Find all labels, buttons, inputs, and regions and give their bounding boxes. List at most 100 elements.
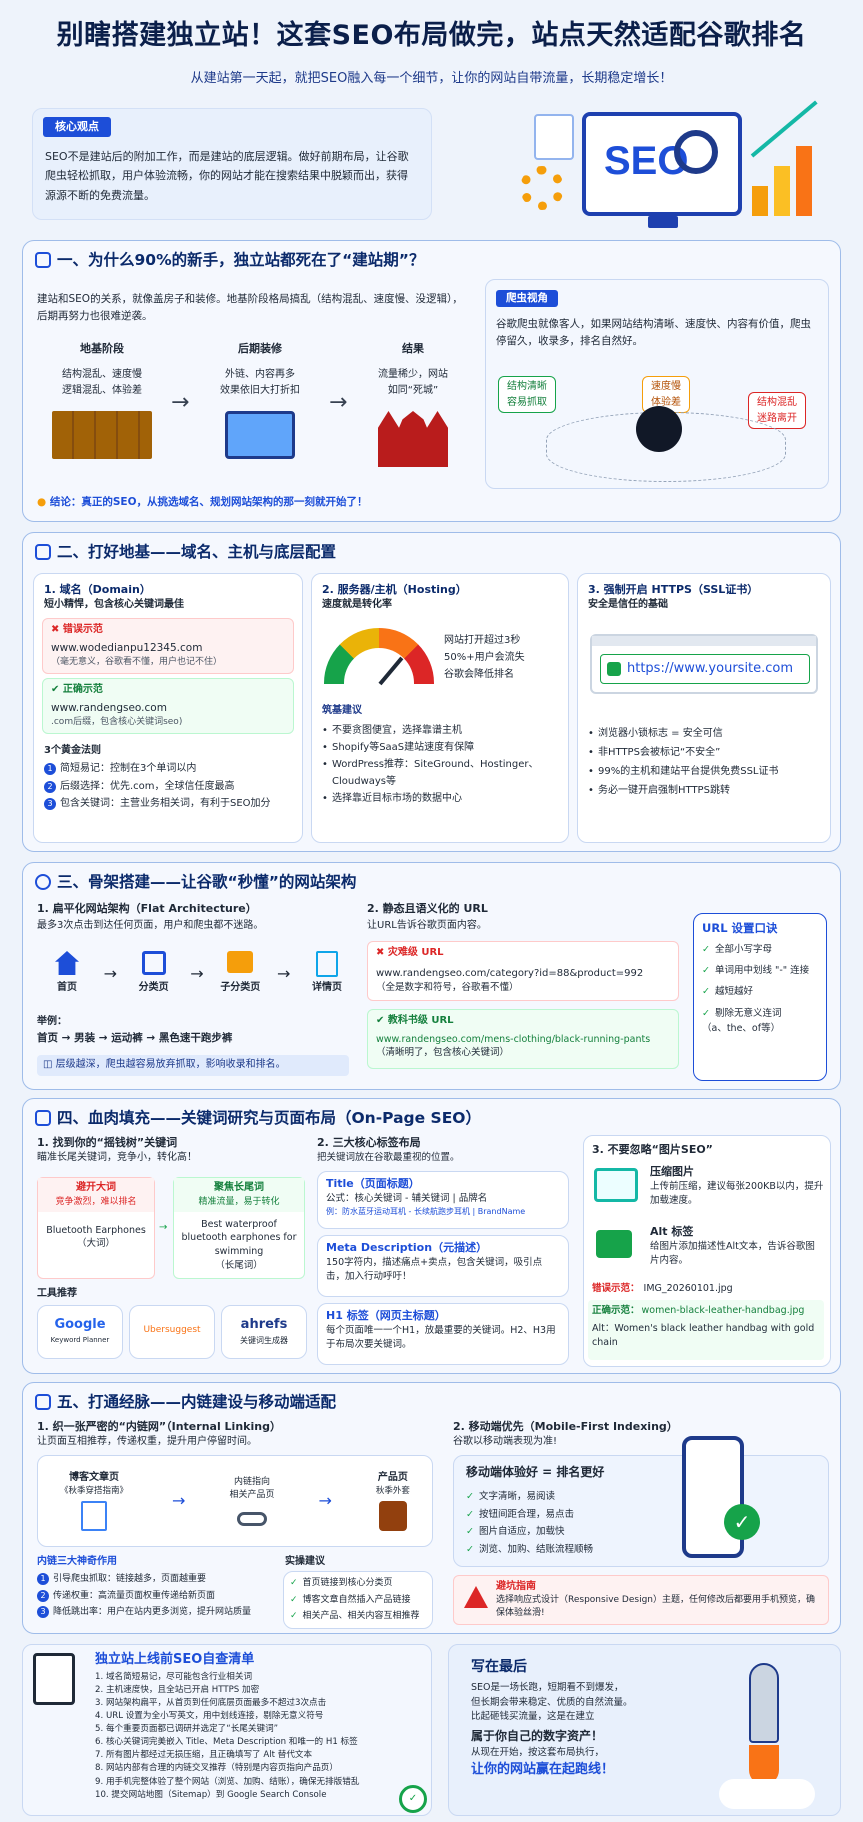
magnifier-icon [674, 130, 718, 174]
settings-icon [35, 544, 51, 561]
arrow-right-icon: → [329, 390, 348, 415]
book-icon [35, 252, 51, 269]
check-icon: ✓ [290, 1611, 298, 1622]
crawler-text: 谷歌爬虫就像客人，如果网站结构清晰、速度快、内容有价值，爬虫停留久，收录多，排名… [496, 318, 811, 347]
checklist-title: 独立站上线前SEO自查清单 [95, 1652, 255, 1667]
stage-decoration: 后期装修 外链、内容再多 效果依旧大打折扣 [195, 341, 325, 459]
section-2-title: 二、打好地基——域名、主机与底层配置 [35, 541, 336, 563]
stage-foundation: 地基阶段 结构混乱、速度慢 逻辑混乱、体验差 [37, 341, 167, 459]
good-url-box: ✔ 教科书级 URL www.randengseo.com/mens-cloth… [367, 1009, 679, 1069]
domain-card: 1. 域名（Domain） 短小精悍，包含核心关键词最佳 ✖ 错误示范 www.… [33, 573, 303, 843]
section-1: 一、为什么90%的新手，独立站都死在了“建站期”？ 建站和SEO的关系，就像盖房… [22, 240, 841, 522]
coat-icon [378, 1501, 407, 1532]
mobile-list: ✓ 文字清晰，易阅读 ✓ 按钮间距合理，易点击 ✓ 图片自适应，加载快 ✓ 浏览、加购、… [466, 1491, 593, 1555]
section-3-title: 三、骨架搭建——让谷歌“秒懂”的网站架构 [35, 871, 356, 893]
hero-illustration: SEO [520, 100, 840, 230]
https-card: 3. 强制开启 HTTPS（SSL证书） 安全是信任的基础 https://ww… [577, 573, 831, 843]
stage-result: 结果 流量稀少，网站 如同“死城” [353, 341, 473, 467]
image-bad-example: 错误示范： IMG_20260101.jpg [592, 1283, 733, 1294]
arrow-right-icon: → [190, 963, 204, 983]
bubble-clear: 结构清晰 容易抓取 [498, 376, 556, 413]
check-icon: ✓ [702, 944, 710, 955]
browser-mockup: https://www.yoursite.com [590, 634, 818, 694]
check-icon: ✓ [466, 1526, 474, 1538]
page-icon [315, 951, 338, 977]
document-icon [534, 114, 574, 160]
check-icon: ✓ [466, 1508, 474, 1520]
check-icon: ✓ [466, 1491, 474, 1502]
note-icon [35, 1110, 51, 1127]
check-badge-icon: ✓ [399, 1785, 427, 1813]
rules-list: 1 简短易记：控制在3个单词以内 2 后缀选择：优先.com，全球信任度最高 3 包含… [44, 760, 271, 813]
link-tips: ✓ 首页链接到核心分类页 ✓ 博客文章自然插入产品链接 ✓ 相关产品、相关内容互相推荐 [283, 1571, 433, 1629]
smartphone-icon [682, 1436, 744, 1558]
section-2: 二、打好地基——域名、主机与底层配置 1. 域名（Domain） 短小精悍，包含… [22, 532, 841, 852]
check-icon: ✓ [702, 1007, 710, 1019]
arrow-right-icon: → [276, 963, 291, 983]
warning-box: 避坑指南 选择响应式设计（Responsive Design）主题，任何修改后都… [453, 1575, 829, 1625]
h1-tag-box: H1 标签（网页主标题） 每个页面唯一一个H1，放最重要的关键词。H2、H3用于… [317, 1303, 569, 1365]
tag-icon [596, 1230, 632, 1258]
hosting-title: 2. 服务器/主机（Hosting） [322, 583, 467, 596]
final-title: 写在最后 [471, 1659, 527, 1675]
home-icon [55, 951, 79, 975]
section-1-title: 一、为什么90%的新手，独立站都死在了“建站期”？ [35, 249, 424, 271]
check-badge-icon: ✓ [724, 1504, 760, 1540]
url-rules-list: ✓ 全部小写字母 ✓ 单词用中划线 "-" 连接 ✓ 越短越好 ✓ 剔除无意义连词 （a… [702, 944, 810, 1034]
semantic-url: 2. 静态且语义化的 URL 让URL告诉谷歌页面内容。 ✖ 灾难级 URL w… [367, 901, 685, 1083]
s1-conclusion: ● 结论：真正的SEO，从挑选域名、规划网站架构的那一刻就开始了！ [37, 496, 368, 508]
section-5: 五、打通经脉——内链建设与移动端适配 1. 织一张严密的“内链网”（Intern… [22, 1382, 841, 1634]
folder-icon [227, 951, 254, 973]
rules-title: 3个黄金法则 [44, 745, 101, 756]
warning-icon [464, 1586, 488, 1608]
long-keyword-box: 聚焦长尾词 精准流量，易于转化 Best waterproof bluetooth… [173, 1177, 305, 1279]
image-icon [594, 1168, 638, 1202]
tools-row: Google Keyword Planner Ubersuggest ahrefs… [37, 1305, 307, 1359]
checklist-items: 1. 域名简短易记，尽可能包含行业相关词 2. 主机速度快，且全站已开启 HTT… [95, 1672, 360, 1800]
internal-linking: 1. 织一张严密的“内链网”（Internal Linking） 让页面互相推荐… [37, 1419, 437, 1629]
layers-icon: ◫ [43, 1059, 53, 1070]
tool-google[interactable]: Google Keyword Planner [37, 1305, 123, 1359]
page-title: 别瞎搭建独立站！这套SEO布局做完，站点天然适配谷歌排名 [56, 20, 807, 51]
tool-ubersuggest[interactable]: Ubersuggest [129, 1305, 215, 1359]
domain-good-box: ✔ 正确示范 www.randengseo.com .com后缀，包含核心关键词… [42, 678, 294, 734]
arrow-right-icon: → [172, 1491, 186, 1511]
check-icon: ✓ [290, 1578, 298, 1588]
chain-link-icon [236, 1512, 267, 1527]
mobile-motto: 移动端体验好 = 排名更好 [466, 1465, 605, 1479]
example-label: 举例： [37, 1016, 67, 1027]
example-path: 首页 → 男装 → 运动裤 → 黑色速干跑步裤 [37, 1032, 233, 1044]
https-address-bar: https://www.yoursite.com [600, 654, 810, 684]
https-tips: 浏览器小锁标志 = 安全可信 非HTTPS会被标记“不安全” 99%的主机和建站… [588, 724, 824, 800]
https-title: 3. 强制开启 HTTPS（SSL证书） [588, 583, 759, 596]
paint-roller-icon [225, 410, 295, 459]
core-text: SEO不是建站后的附加工作，而是建站的底层逻辑。做好前期布局，让谷歌爬虫轻松抓取… [45, 150, 409, 202]
final-card: 写在最后 SEO是一场长跑，短期看不到爆发， 但长期会带来稳定、优质的自然流量。… [448, 1644, 841, 1816]
crawler-tag: 爬虫视角 [496, 290, 558, 308]
crawler-view-card: 爬虫视角 谷歌爬虫就像客人，如果网站结构清晰、速度快、内容有价值，爬虫停留久，收… [485, 279, 829, 489]
arrow-right-icon: → [171, 390, 190, 415]
domain-sub: 短小精悍，包含核心关键词最佳 [44, 599, 184, 610]
image-seo-card: 3. 不要忽略“图片SEO” 压缩图片 上传前压缩，建议每张200KB以内，提升… [583, 1135, 831, 1367]
section-4: 四、血肉填充——关键词研究与页面布局（On-Page SEO） 1. 找到你的“… [22, 1098, 841, 1374]
keyword-card: 1. 找到你的“摇钱树”关键词 瞄准长尾关键词，竞争小，转化高！ 避开大词 竞争激… [37, 1135, 307, 1367]
tool-ahrefs[interactable]: ahrefs 关键词生成器 [221, 1305, 307, 1359]
core-tag: 核心观点 [43, 117, 111, 137]
clipboard-icon [33, 1653, 75, 1705]
title-tag-box: Title（页面标题） 公式：核心关键词 - 辅关键词 | 品牌名 例：防水蓝牙… [317, 1171, 569, 1229]
check-icon: ✓ [702, 965, 710, 977]
check-icon: ✔ [376, 1015, 385, 1026]
hosting-card: 2. 服务器/主机（Hosting） 速度就是转化率 网站打开超过3秒 50%+… [311, 573, 569, 843]
flat-architecture: 1. 扁平化网站架构（Flat Architecture） 最多3次点击到达任何… [37, 901, 357, 1083]
mobile-first: 2. 移动端优先（Mobile-First Indexing） 谷歌以移动端表现… [453, 1419, 833, 1629]
hosting-tips-title: 筑基建议 [322, 705, 362, 716]
rocket-icon [749, 1663, 779, 1743]
https-sub: 安全是信任的基础 [588, 599, 668, 610]
brick-foundation-icon [52, 410, 152, 459]
meta-desc-box: Meta Description（元描述） 150字符内，描述痛点+卖点，包含关… [317, 1235, 569, 1297]
section-4-title: 四、血肉填充——关键词研究与页面布局（On-Page SEO） [35, 1107, 481, 1129]
tags-card: 2. 三大核心标签布局 把关键词放在谷歌最重视的位置。 Title（页面标题） … [317, 1135, 573, 1367]
domain-title: 1. 域名（Domain） [44, 583, 151, 596]
link-flow: 博客文章页 《秋季穿搭指南》 → 内链指向 相关产品页 → 产品页 秋季外套 [37, 1455, 433, 1547]
hosting-tips: 不要贪图便宜，选择靠谱主机 Shopify等SaaS建站速度有保障 WordPr… [322, 722, 562, 807]
